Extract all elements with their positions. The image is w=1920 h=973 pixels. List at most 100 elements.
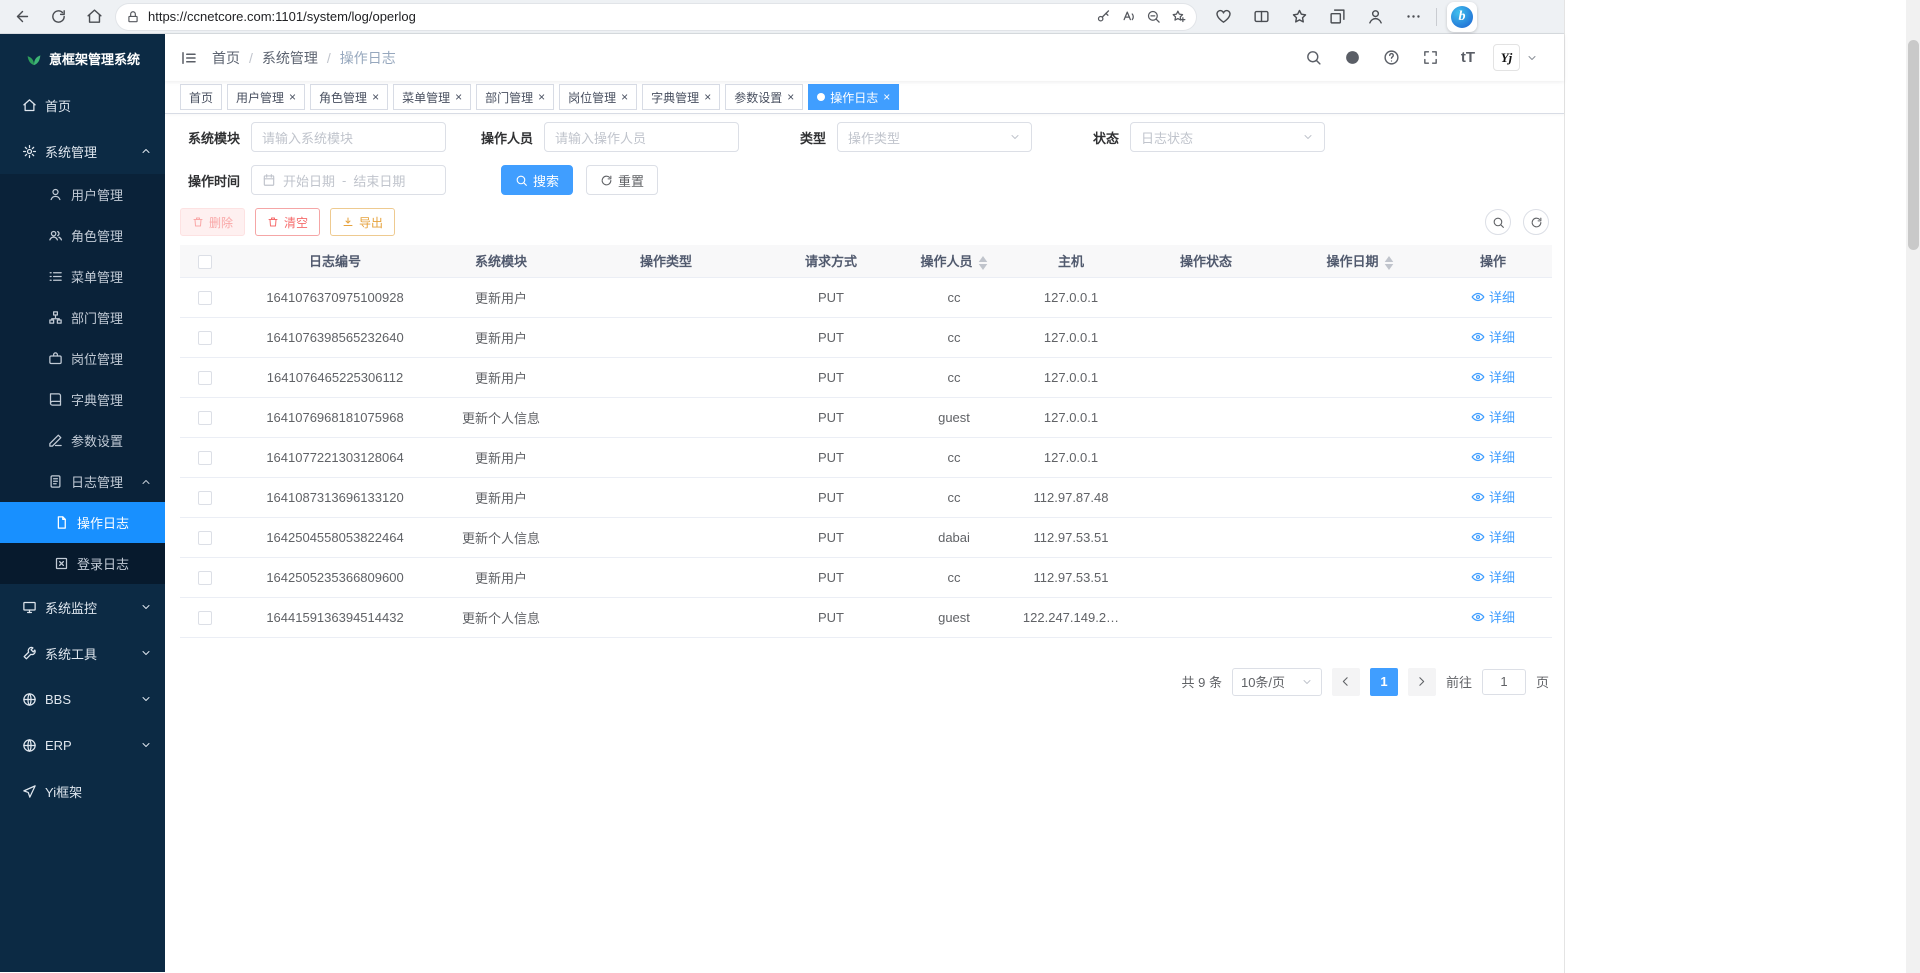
- row-checkbox[interactable]: [198, 491, 212, 505]
- address-bar[interactable]: https://ccnetcore.com:1101/system/log/op…: [116, 4, 1196, 30]
- more-icon[interactable]: [1400, 4, 1426, 30]
- sidebar-item-dict-mgmt[interactable]: 字典管理: [0, 379, 165, 420]
- sidebar-item-user-mgmt[interactable]: 用户管理: [0, 174, 165, 215]
- close-icon[interactable]: ×: [621, 91, 628, 103]
- close-icon[interactable]: ×: [538, 91, 545, 103]
- lock-icon[interactable]: [126, 10, 140, 24]
- key-icon[interactable]: [1096, 9, 1111, 24]
- page-1-button[interactable]: 1: [1370, 668, 1398, 696]
- url-text[interactable]: https://ccnetcore.com:1101/system/log/op…: [148, 9, 1096, 24]
- sidebar-item-operation-log[interactable]: 操作日志: [0, 502, 165, 543]
- tab-post-mgmt[interactable]: 岗位管理×: [559, 84, 637, 110]
- menu-fold-icon[interactable]: [180, 49, 198, 67]
- tab-user-mgmt[interactable]: 用户管理×: [227, 84, 305, 110]
- column-header[interactable]: 操作日期: [1286, 245, 1434, 277]
- module-input[interactable]: 请输入系统模块: [251, 122, 446, 152]
- breadcrumb-item[interactable]: 操作日志: [340, 48, 396, 68]
- sidebar-item-yi-framework[interactable]: Yi框架: [0, 768, 165, 814]
- column-header[interactable]: 操作人员: [892, 245, 1016, 277]
- zoom-out-icon[interactable]: [1146, 9, 1161, 24]
- background-scrollbar[interactable]: [1906, 0, 1920, 973]
- detail-link[interactable]: 详细: [1471, 327, 1515, 346]
- sidebar-item-menu-mgmt[interactable]: 菜单管理: [0, 256, 165, 297]
- sidebar-item-system-monitor[interactable]: 系统监控: [0, 584, 165, 630]
- close-icon[interactable]: ×: [372, 91, 379, 103]
- reset-button[interactable]: 重置: [586, 165, 658, 195]
- search-button[interactable]: 搜索: [501, 165, 573, 195]
- row-checkbox[interactable]: [198, 411, 212, 425]
- split-screen-icon[interactable]: [1248, 4, 1274, 30]
- bing-sidebar-button[interactable]: b: [1447, 2, 1477, 32]
- favorite-add-icon[interactable]: [1171, 9, 1186, 24]
- profile-icon[interactable]: [1362, 4, 1388, 30]
- row-checkbox[interactable]: [198, 611, 212, 625]
- sidebar-item-home[interactable]: 首页: [0, 82, 165, 128]
- detail-link[interactable]: 详细: [1471, 287, 1515, 306]
- row-checkbox[interactable]: [198, 291, 212, 305]
- operator-input[interactable]: 请输入操作人员: [544, 122, 739, 152]
- refresh-table-button[interactable]: [1523, 209, 1549, 235]
- row-checkbox[interactable]: [198, 451, 212, 465]
- row-checkbox[interactable]: [198, 571, 212, 585]
- close-icon[interactable]: ×: [787, 91, 794, 103]
- sidebar-item-post-mgmt[interactable]: 岗位管理: [0, 338, 165, 379]
- tab-menu-mgmt[interactable]: 菜单管理×: [393, 84, 471, 110]
- sidebar-item-system-tools[interactable]: 系统工具: [0, 630, 165, 676]
- fullscreen-icon[interactable]: [1422, 49, 1439, 66]
- sidebar-item-erp[interactable]: ERP: [0, 722, 165, 768]
- back-icon[interactable]: [8, 3, 36, 31]
- sort-carets[interactable]: [1384, 256, 1394, 270]
- detail-link[interactable]: 详细: [1471, 567, 1515, 586]
- read-aloud-icon[interactable]: [1121, 9, 1136, 24]
- close-icon[interactable]: ×: [455, 91, 462, 103]
- detail-link[interactable]: 详细: [1471, 527, 1515, 546]
- tab-param-settings[interactable]: 参数设置×: [725, 84, 803, 110]
- user-menu[interactable]: Yj: [1493, 44, 1538, 71]
- collections-icon[interactable]: [1324, 4, 1350, 30]
- scrollbar-thumb[interactable]: [1908, 40, 1919, 250]
- row-checkbox[interactable]: [198, 371, 212, 385]
- tab-home[interactable]: 首页: [180, 84, 222, 110]
- close-icon[interactable]: ×: [704, 91, 711, 103]
- avatar[interactable]: Yj: [1493, 44, 1520, 71]
- clear-button[interactable]: 清空: [255, 208, 320, 236]
- select-all-checkbox[interactable]: [198, 255, 212, 269]
- sidebar-item-dept-mgmt[interactable]: 部门管理: [0, 297, 165, 338]
- close-icon[interactable]: ×: [289, 91, 296, 103]
- tab-operation-log[interactable]: 操作日志×: [808, 84, 899, 110]
- row-checkbox[interactable]: [198, 531, 212, 545]
- detail-link[interactable]: 详细: [1471, 407, 1515, 426]
- export-button[interactable]: 导出: [330, 208, 395, 236]
- detail-link[interactable]: 详细: [1471, 487, 1515, 506]
- search-icon[interactable]: [1305, 49, 1322, 66]
- tab-role-mgmt[interactable]: 角色管理×: [310, 84, 388, 110]
- sidebar-item-param-settings[interactable]: 参数设置: [0, 420, 165, 461]
- breadcrumb-item[interactable]: 系统管理: [262, 48, 318, 68]
- home-icon[interactable]: [80, 3, 108, 31]
- browser-essentials-icon[interactable]: [1210, 4, 1236, 30]
- sidebar-item-role-mgmt[interactable]: 角色管理: [0, 215, 165, 256]
- toggle-search-button[interactable]: [1485, 209, 1511, 235]
- detail-link[interactable]: 详细: [1471, 367, 1515, 386]
- github-icon[interactable]: [1344, 49, 1361, 66]
- tab-dict-mgmt[interactable]: 字典管理×: [642, 84, 720, 110]
- goto-page-input[interactable]: [1482, 669, 1526, 695]
- tab-dept-mgmt[interactable]: 部门管理×: [476, 84, 554, 110]
- sidebar-item-login-log[interactable]: 登录日志: [0, 543, 165, 584]
- sort-carets[interactable]: [978, 256, 988, 270]
- page-size-select[interactable]: 10条/页: [1232, 668, 1322, 696]
- favorites-bar-icon[interactable]: [1286, 4, 1312, 30]
- detail-link[interactable]: 详细: [1471, 607, 1515, 626]
- sidebar-item-system-mgmt[interactable]: 系统管理: [0, 128, 165, 174]
- status-select[interactable]: 日志状态: [1130, 122, 1325, 152]
- detail-link[interactable]: 详细: [1471, 447, 1515, 466]
- type-select[interactable]: 操作类型: [837, 122, 1032, 152]
- font-size-icon[interactable]: tT: [1461, 49, 1475, 66]
- help-icon[interactable]: [1383, 49, 1400, 66]
- delete-button[interactable]: 删除: [180, 208, 245, 236]
- date-range-input[interactable]: 开始日期 - 结束日期: [251, 165, 446, 195]
- sidebar-item-bbs[interactable]: BBS: [0, 676, 165, 722]
- refresh-icon[interactable]: [44, 3, 72, 31]
- close-icon[interactable]: ×: [883, 91, 890, 103]
- next-page-button[interactable]: [1408, 668, 1436, 696]
